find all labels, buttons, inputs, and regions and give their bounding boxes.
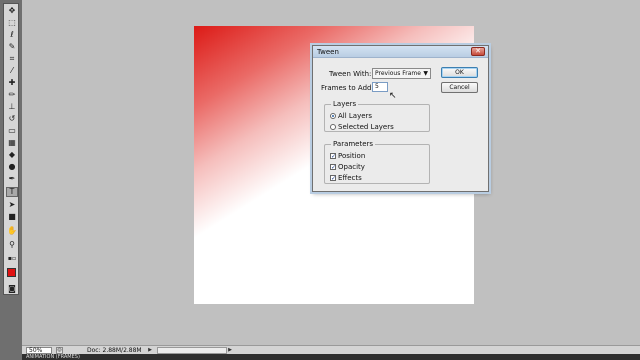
zoom-icon[interactable]: ⚲ [6, 240, 18, 250]
checkmark-icon: ✓ [330, 152, 337, 160]
foreground-color-swatch[interactable] [7, 268, 16, 277]
hand-icon[interactable]: ✋ [6, 226, 18, 236]
selected-layers-radio[interactable]: Selected Layers [330, 122, 394, 131]
dialog-title: Tween [317, 48, 339, 56]
healing-icon[interactable]: ✚ [6, 78, 18, 88]
tween-with-label: Tween With: [329, 70, 372, 78]
tween-with-value: Previous Frame [375, 70, 421, 77]
mouse-cursor-icon: ↖ [389, 91, 397, 101]
radio-checked-icon [330, 112, 336, 119]
opacity-label: Opacity [338, 162, 365, 171]
position-checkbox[interactable]: ✓ Position [330, 151, 365, 160]
zoom-level-field[interactable]: 50% [26, 346, 52, 354]
blur-icon[interactable]: ◆ [6, 150, 18, 160]
all-layers-label: All Layers [338, 111, 373, 120]
clone-stamp-icon[interactable]: ⊥ [6, 102, 18, 112]
marquee-icon[interactable]: ⬚ [6, 18, 18, 28]
layers-group-title: Layers [331, 100, 359, 108]
gradient-icon[interactable]: ▦ [6, 138, 18, 148]
quick-select-icon[interactable]: ✎ [6, 42, 18, 52]
eyedropper-icon[interactable]: ⁄ [6, 66, 18, 76]
effects-checkbox[interactable]: ✓ Effects [330, 173, 362, 182]
close-button[interactable]: ✕ [471, 47, 485, 56]
tween-dialog: Tween ✕ Tween With: Previous Frame ▼ Fra… [312, 45, 489, 192]
status-bar: 50% ◎ Doc: 2.88M/2.88M ▶ ▶ [22, 345, 640, 354]
radio-unchecked-icon [330, 123, 336, 130]
tools-panel: ✥ ⬚ ℓ ✎ ⌗ ⁄ ✚ ✏ ⊥ ↺ ▭ ▦ ◆ ● ✒ T ➤ ■ ✋ ⚲ … [0, 0, 22, 360]
dialog-titlebar[interactable]: Tween ✕ [313, 46, 488, 58]
tween-with-select[interactable]: Previous Frame ▼ [372, 68, 431, 79]
opacity-checkbox[interactable]: ✓ Opacity [330, 162, 365, 171]
doc-size: Doc: 2.88M/2.88M [87, 346, 142, 354]
eraser-icon[interactable]: ▭ [6, 126, 18, 136]
history-brush-icon[interactable]: ↺ [6, 114, 18, 124]
brush-icon[interactable]: ✏ [6, 90, 18, 100]
type-icon[interactable]: T [6, 187, 18, 197]
scroll-right-icon[interactable]: ▶ [227, 347, 233, 353]
status-menu-icon[interactable]: ◎ [56, 346, 63, 354]
horizontal-scrollbar[interactable] [157, 346, 227, 354]
checkmark-icon: ✓ [330, 163, 337, 171]
quick-mask-icon[interactable]: ◙ [6, 284, 18, 294]
layers-group: Layers All Layers Selected Layers [324, 100, 430, 132]
lasso-icon[interactable]: ℓ [6, 30, 18, 40]
shape-icon[interactable]: ■ [6, 212, 18, 222]
parameters-group-title: Parameters [331, 140, 376, 148]
default-colors-icon[interactable]: ▪▫ [6, 254, 18, 264]
cancel-button[interactable]: Cancel [441, 82, 478, 93]
frames-to-add-label: Frames to Add: [321, 84, 374, 92]
tools-panel-body: ✥ ⬚ ℓ ✎ ⌗ ⁄ ✚ ✏ ⊥ ↺ ▭ ▦ ◆ ● ✒ T ➤ ■ ✋ ⚲ … [3, 3, 20, 295]
pen-icon[interactable]: ✒ [6, 174, 18, 184]
selected-layers-label: Selected Layers [338, 122, 394, 131]
dropdown-caret-icon: ▼ [423, 70, 428, 77]
animation-panel-tab[interactable]: ANIMATION (FRAMES) [22, 354, 640, 360]
dodge-icon[interactable]: ● [6, 162, 18, 172]
checkmark-icon: ✓ [330, 174, 337, 182]
all-layers-radio[interactable]: All Layers [330, 111, 372, 120]
frames-to-add-input[interactable]: 5 [372, 82, 388, 92]
parameters-group: Parameters ✓ Position ✓ Opacity ✓ Effect… [324, 140, 430, 184]
path-select-icon[interactable]: ➤ [6, 200, 18, 210]
status-arrow-icon[interactable]: ▶ [147, 347, 153, 353]
position-label: Position [338, 151, 366, 160]
crop-icon[interactable]: ⌗ [6, 54, 18, 64]
ok-button[interactable]: OK [441, 67, 478, 78]
move-icon[interactable]: ✥ [6, 6, 18, 16]
effects-label: Effects [338, 173, 362, 182]
